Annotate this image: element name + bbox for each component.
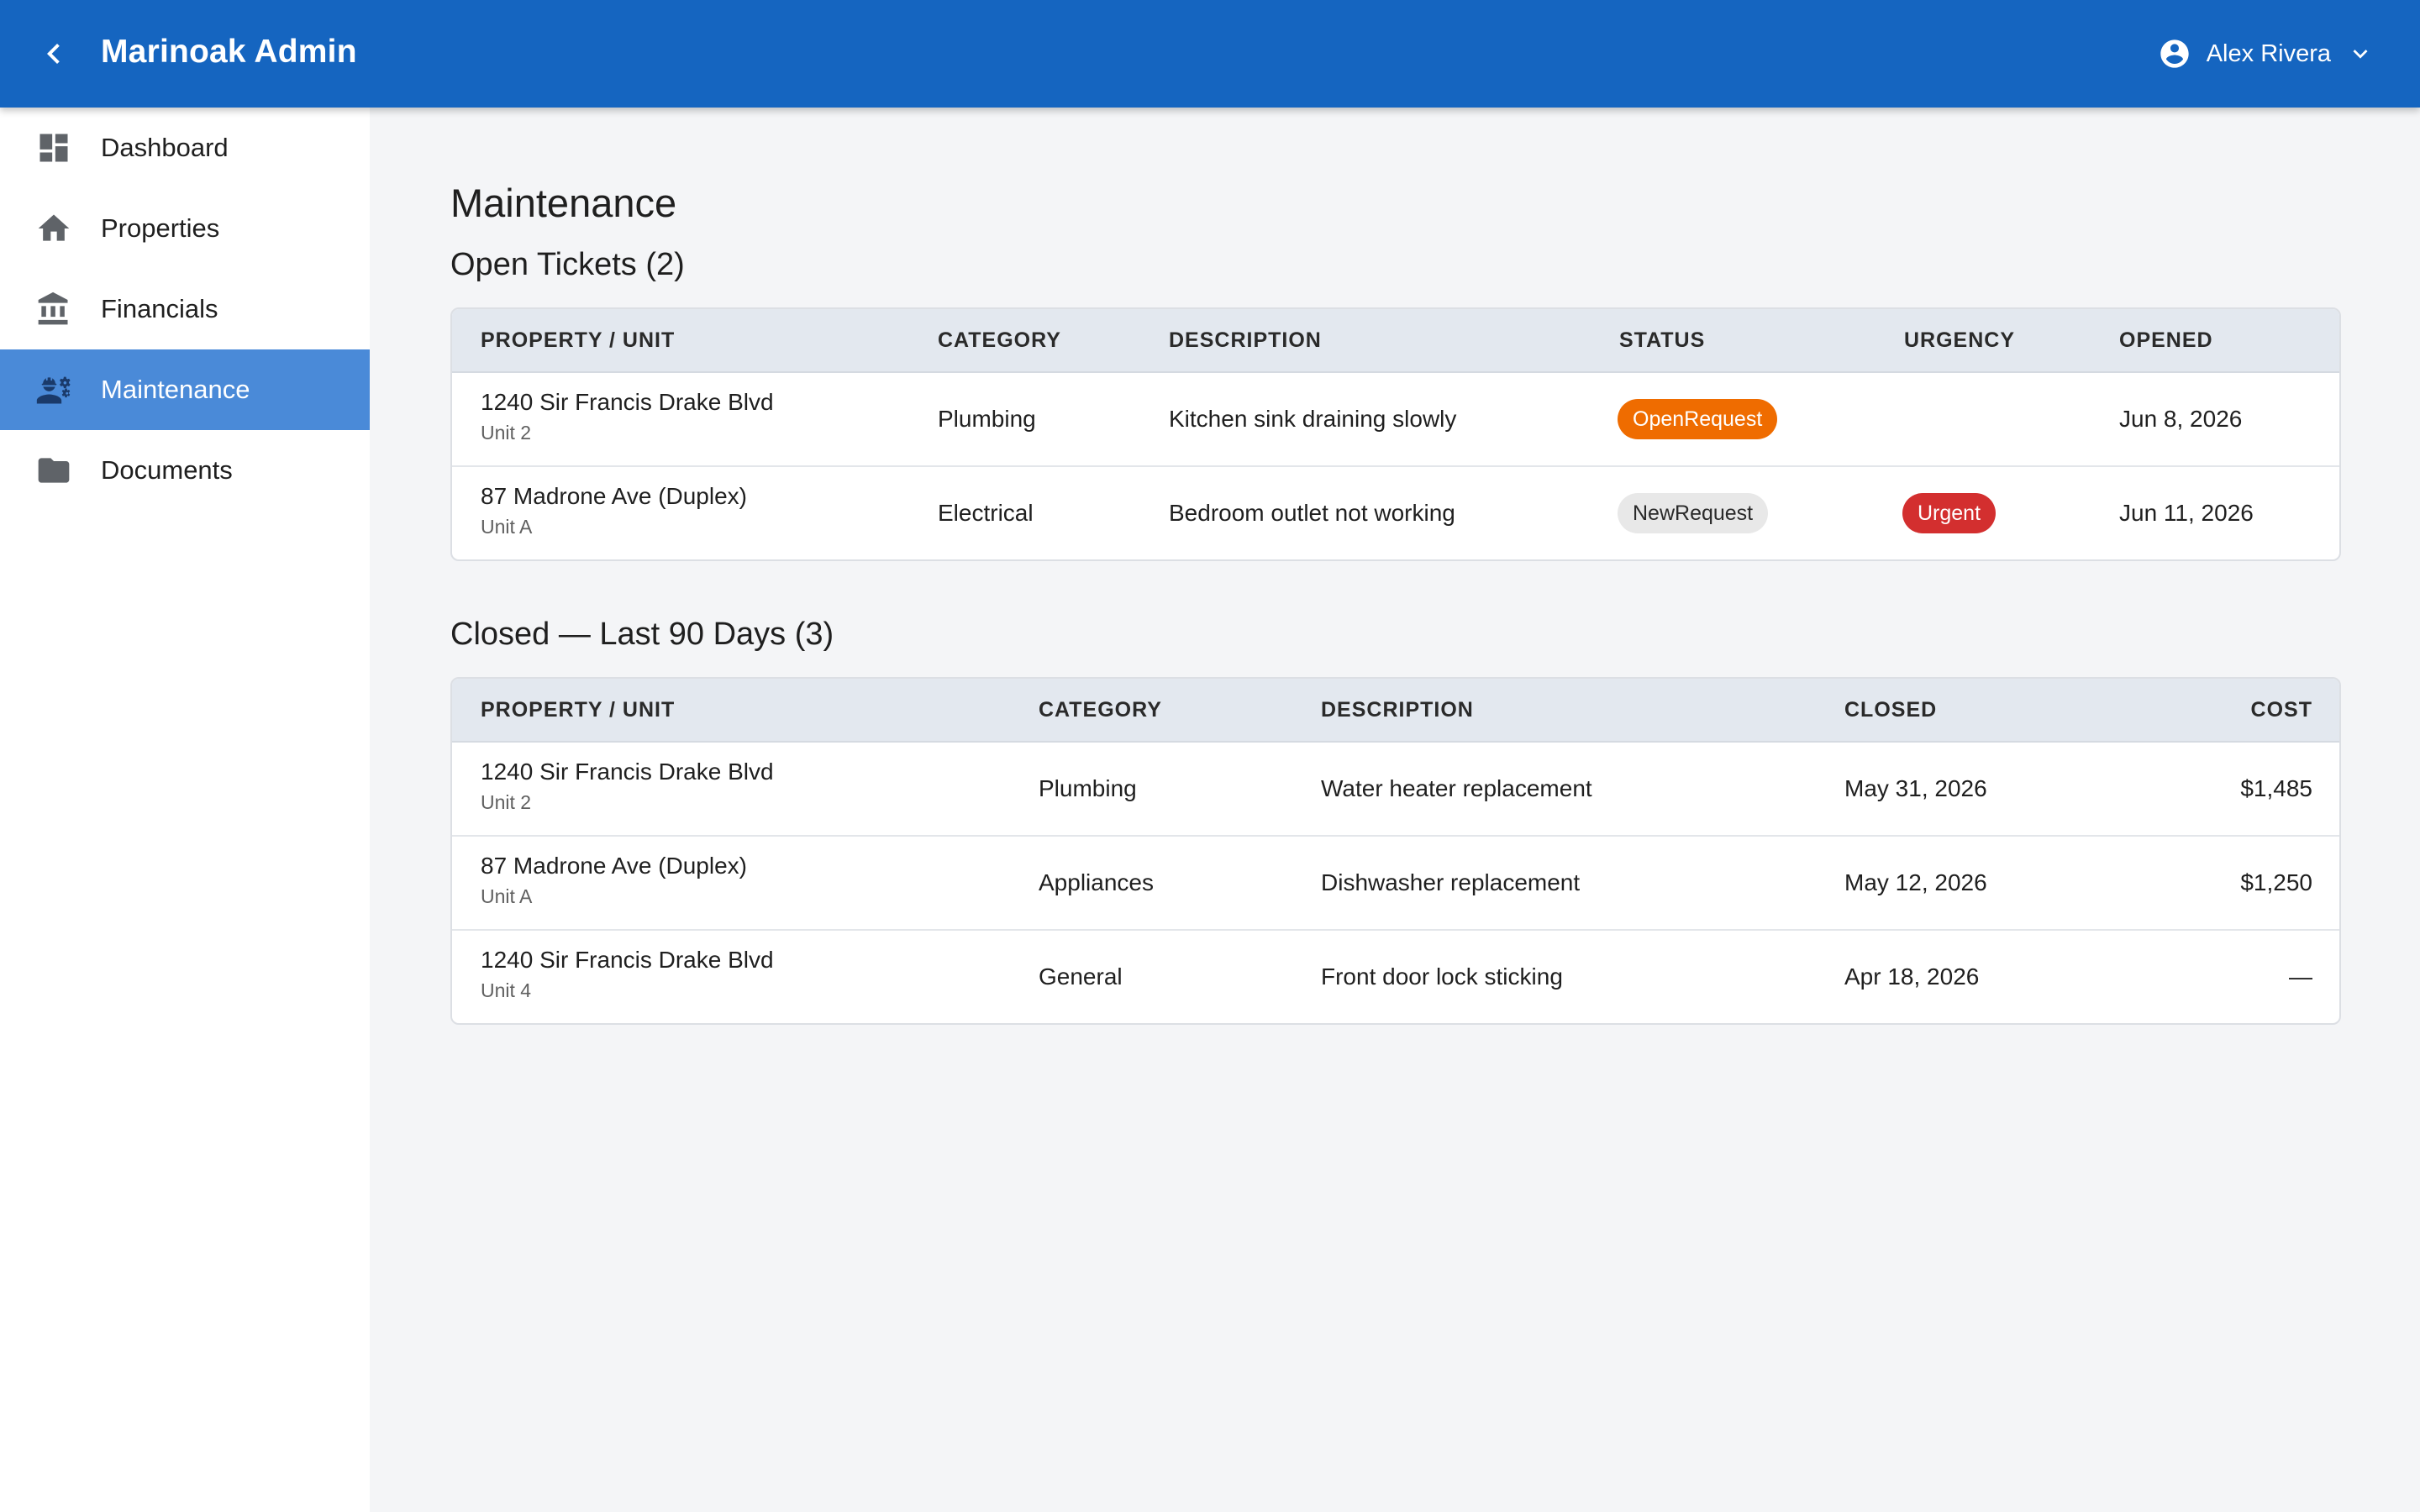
status-badge: OpenRequest (1618, 399, 1778, 439)
closed-tickets-title: Closed — Last 90 Days (3) (450, 617, 834, 652)
column-header: URGENCY (1904, 328, 2016, 352)
sidebar: Dashboard Properties Financials Maintena… (0, 108, 370, 1512)
table-row[interactable]: 87 Madrone Ave (Duplex) Unit A Electrica… (452, 467, 2339, 559)
closed-date-cell: May 12, 2026 (1844, 869, 1987, 895)
cost-cell: $1,250 (2240, 869, 2312, 895)
column-header: CLOSED (1844, 698, 1938, 722)
property-unit-cell: 87 Madrone Ave (Duplex) Unit A (481, 850, 747, 908)
closed-date-cell: May 31, 2026 (1844, 775, 1987, 801)
home-icon (38, 214, 70, 241)
property-name: 1240 Sir Francis Drake Blvd (481, 389, 774, 415)
folder-icon (38, 458, 70, 483)
cost-cell: $1,485 (2240, 775, 2312, 801)
description-cell: Kitchen sink draining slowly (1169, 406, 1457, 432)
column-header: OPENED (2119, 328, 2213, 352)
property-name: 87 Madrone Ave (Duplex) (481, 483, 747, 509)
sidebar-item-documents[interactable]: Documents (0, 430, 370, 511)
column-header: PROPERTY / UNIT (481, 698, 676, 722)
column-header: COST (2250, 698, 2312, 722)
opened-date-cell: Jun 11, 2026 (2119, 500, 2254, 526)
sidebar-item-dashboard[interactable]: Dashboard (0, 108, 370, 188)
chevron-down-icon (2353, 50, 2368, 59)
status-cell: NewRequest (1618, 467, 1769, 559)
table-row[interactable]: 87 Madrone Ave (Duplex) Unit A Appliance… (452, 837, 2339, 931)
property-unit-cell: 1240 Sir Francis Drake Blvd Unit 2 (481, 756, 774, 814)
category-cell: Plumbing (938, 406, 1036, 432)
sidebar-item-label: Properties (101, 213, 220, 243)
property-unit-cell: 87 Madrone Ave (Duplex) Unit A (481, 480, 747, 538)
user-name: Alex Rivera (2206, 39, 2331, 67)
category-cell: Plumbing (1039, 775, 1137, 801)
app-bar: Marinoak Admin Alex Rivera (0, 0, 2420, 108)
open-tickets-table: PROPERTY / UNIT CATEGORY DESCRIPTION STA… (450, 307, 2341, 561)
property-name: 1240 Sir Francis Drake Blvd (481, 759, 774, 785)
property-name: 87 Madrone Ave (Duplex) (481, 853, 747, 879)
property-unit-cell: 1240 Sir Francis Drake Blvd Unit 4 (481, 944, 774, 1002)
page-title: Maintenance (450, 181, 677, 225)
back-arrow-icon[interactable] (34, 34, 74, 74)
urgency-badge: Urgent (1902, 493, 1996, 533)
sidebar-item-label: Financials (101, 294, 218, 323)
dashboard-icon (39, 134, 68, 162)
sidebar-item-financials[interactable]: Financials (0, 269, 370, 349)
sidebar-item-label: Maintenance (101, 375, 250, 404)
table-row[interactable]: 1240 Sir Francis Drake Blvd Unit 2 Plumb… (452, 743, 2339, 837)
cost-cell: — (2289, 963, 2312, 990)
description-cell: Water heater replacement (1321, 775, 1592, 801)
engineering-icon (36, 376, 71, 404)
status-badge: NewRequest (1618, 493, 1769, 533)
category-cell: Electrical (938, 500, 1034, 526)
sidebar-item-properties[interactable]: Properties (0, 188, 370, 269)
property-name: 1240 Sir Francis Drake Blvd (481, 947, 774, 973)
column-header: STATUS (1619, 328, 1706, 352)
user-menu-button[interactable]: Alex Rivera (2158, 32, 2375, 76)
table-row[interactable]: 1240 Sir Francis Drake Blvd Unit 2 Plumb… (452, 373, 2339, 467)
bank-icon (38, 291, 68, 325)
closed-tickets-table: PROPERTY / UNIT CATEGORY DESCRIPTION CLO… (450, 677, 2341, 1025)
category-cell: Appliances (1039, 869, 1154, 895)
unit-name: Unit 2 (481, 422, 532, 444)
column-header: PROPERTY / UNIT (481, 328, 676, 352)
unit-name: Unit A (481, 516, 533, 538)
opened-date-cell: Jun 8, 2026 (2119, 406, 2243, 432)
table-header: PROPERTY / UNIT CATEGORY DESCRIPTION CLO… (452, 679, 2339, 743)
unit-name: Unit 2 (481, 791, 532, 813)
sidebar-item-label: Documents (101, 455, 233, 485)
unit-name: Unit A (481, 885, 533, 907)
table-row[interactable]: 1240 Sir Francis Drake Blvd Unit 4 Gener… (452, 931, 2339, 1023)
column-header: DESCRIPTION (1321, 698, 1474, 722)
column-header: DESCRIPTION (1169, 328, 1322, 352)
unit-name: Unit 4 (481, 979, 532, 1001)
open-tickets-title: Open Tickets (2) (450, 247, 685, 282)
description-cell: Dishwasher replacement (1321, 869, 1581, 895)
column-header: CATEGORY (938, 328, 1061, 352)
sidebar-item-label: Dashboard (101, 133, 229, 162)
sidebar-item-maintenance[interactable]: Maintenance (0, 349, 370, 430)
property-unit-cell: 1240 Sir Francis Drake Blvd Unit 2 (481, 386, 774, 444)
table-header: PROPERTY / UNIT CATEGORY DESCRIPTION STA… (452, 309, 2339, 373)
description-cell: Front door lock sticking (1321, 963, 1563, 990)
column-header: CATEGORY (1039, 698, 1162, 722)
app-title: Marinoak Admin (101, 34, 357, 70)
category-cell: General (1039, 963, 1123, 990)
description-cell: Bedroom outlet not working (1169, 500, 1455, 526)
urgency-cell: Urgent (1902, 467, 1996, 559)
status-cell: OpenRequest (1618, 373, 1778, 465)
account-circle-icon (2160, 39, 2189, 68)
closed-date-cell: Apr 18, 2026 (1844, 963, 1980, 990)
